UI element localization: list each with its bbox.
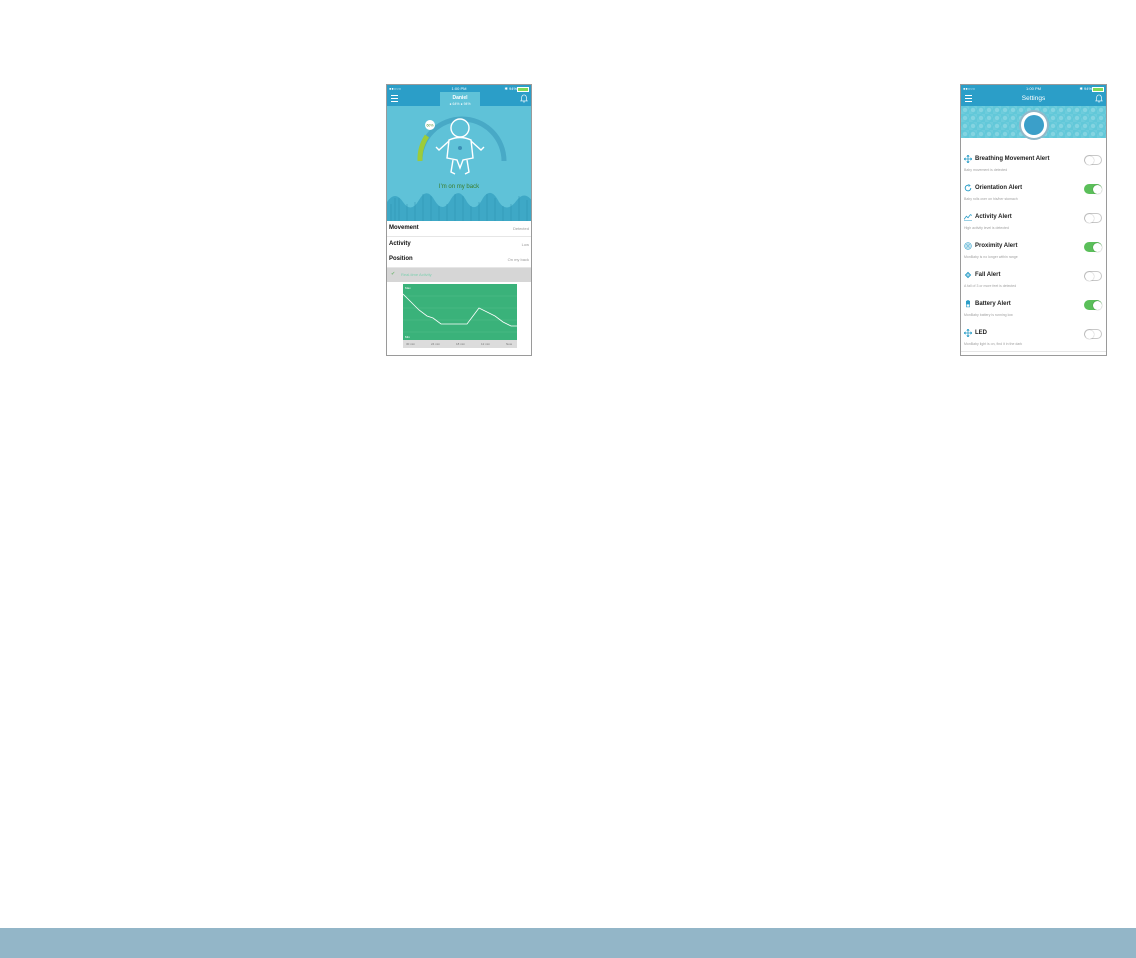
fall-alert-toggle[interactable]: [1084, 271, 1102, 281]
setting-description: A fall of 3 or more feet is detected: [964, 284, 1017, 288]
battery-icon: [966, 300, 970, 308]
battery-text: ✱ 94%: [1079, 86, 1092, 91]
metric-label: Activity: [389, 241, 411, 247]
menu-icon[interactable]: [391, 95, 398, 102]
footer-band: [0, 928, 1136, 958]
chart-x-label: 12 min: [481, 342, 490, 346]
metric-value: On my back: [507, 257, 529, 262]
baby-gauge-graphic: 60%: [387, 116, 531, 221]
move-arrows-icon: [964, 155, 972, 163]
position-caption: I'm on my back: [438, 184, 480, 190]
setting-title: LED: [975, 330, 987, 336]
activity-alert-toggle[interactable]: [1084, 213, 1102, 223]
led-icon: [964, 329, 972, 337]
battery-alert-toggle[interactable]: [1084, 300, 1102, 310]
metric-value: Detected: [512, 226, 529, 231]
chart-x-label: 24 min: [431, 342, 440, 346]
setting-description: High activity level is detected: [964, 226, 1009, 230]
metric-label: Position: [389, 256, 413, 262]
setting-row-breathing: Breathing Movement Alert Baby movement i…: [961, 148, 1106, 178]
setting-description: Baby movement is detected: [964, 168, 1008, 172]
chart-bottom-label: Min: [405, 335, 410, 339]
metric-row-position: Position On my back: [387, 252, 531, 268]
nav-bar: Settings: [961, 92, 1106, 106]
chart-plot-area: [403, 284, 517, 340]
setting-title: Proximity Alert: [975, 243, 1018, 249]
activity-chart: Max Min 30 min 24 min 18 min 12 min Now: [402, 284, 517, 348]
chart-x-label: 18 min: [456, 342, 465, 346]
battery-text: ✱ 94%: [504, 86, 517, 91]
setting-row-battery: Battery Alert MonBaby battery is running…: [961, 293, 1106, 323]
fall-icon: [964, 271, 972, 279]
gauge-badge-text: 60%: [426, 124, 433, 128]
rotate-icon: [964, 184, 972, 192]
metric-label: Movement: [389, 225, 419, 231]
orientation-alert-toggle[interactable]: [1084, 184, 1102, 194]
setting-row-led: LED MonBaby light is on, find it in the …: [961, 322, 1106, 352]
setting-title: Breathing Movement Alert: [975, 156, 1050, 162]
page-title: Settings: [1021, 95, 1046, 102]
status-bar: ●●○○○ 1:00 PM ✱ 94%: [387, 85, 531, 92]
baby-status-hero: 60% I'm on my back: [387, 106, 531, 221]
setting-title: Fall Alert: [975, 272, 1001, 278]
device-logo-icon: [1021, 112, 1047, 138]
profile-name: Daniel: [452, 95, 468, 101]
led-toggle[interactable]: [1084, 329, 1102, 339]
setting-row-proximity: Proximity Alert MonBaby is no longer wit…: [961, 235, 1106, 265]
setting-description: MonBaby is no longer within range: [964, 255, 1018, 259]
chart-x-label: 30 min: [406, 342, 415, 346]
setting-row-orientation: Orientation Alert Baby rolls over on his…: [961, 177, 1106, 207]
setting-description: Baby rolls over on his/her stomach: [964, 197, 1018, 201]
chart-top-label: Max: [405, 286, 411, 290]
setting-description: MonBaby battery is running low: [964, 313, 1013, 317]
metric-value: Low: [521, 242, 529, 247]
proximity-icon: [964, 242, 972, 250]
setting-row-fall: Fall Alert A fall of 3 or more feet is d…: [961, 264, 1106, 294]
setting-title: Orientation Alert: [975, 185, 1023, 191]
setting-row-activity: Activity Alert High activity level is de…: [961, 206, 1106, 236]
bell-icon[interactable]: [1095, 94, 1103, 103]
status-bar: ●●○○○ 1:00 PM ✱ 94%: [961, 85, 1106, 92]
activity-icon: [964, 214, 972, 221]
bell-icon[interactable]: [520, 94, 528, 103]
check-icon: ✔: [391, 271, 396, 277]
setting-title: Battery Alert: [975, 301, 1011, 307]
metric-row-activity: Activity Low: [387, 237, 531, 253]
setting-description: MonBaby light is on, find it in the dark: [964, 342, 1023, 346]
setting-title: Activity Alert: [975, 214, 1012, 220]
chart-x-label: Now: [506, 342, 513, 346]
proximity-alert-toggle[interactable]: [1084, 242, 1102, 252]
phone-screen-settings: ●●○○○ 1:00 PM ✱ 94% Settings Breathing M…: [960, 84, 1107, 356]
breathing-alert-toggle[interactable]: [1084, 155, 1102, 165]
activity-history-toggle[interactable]: ✔ Real-time Activity: [387, 268, 531, 282]
metric-row-movement: Movement Detected: [387, 221, 531, 237]
history-label: Real-time Activity: [401, 272, 432, 277]
phone-screen-monitor: ●●○○○ 1:00 PM ✱ 94% Daniel ● 64% ● 94% 6…: [386, 84, 532, 356]
